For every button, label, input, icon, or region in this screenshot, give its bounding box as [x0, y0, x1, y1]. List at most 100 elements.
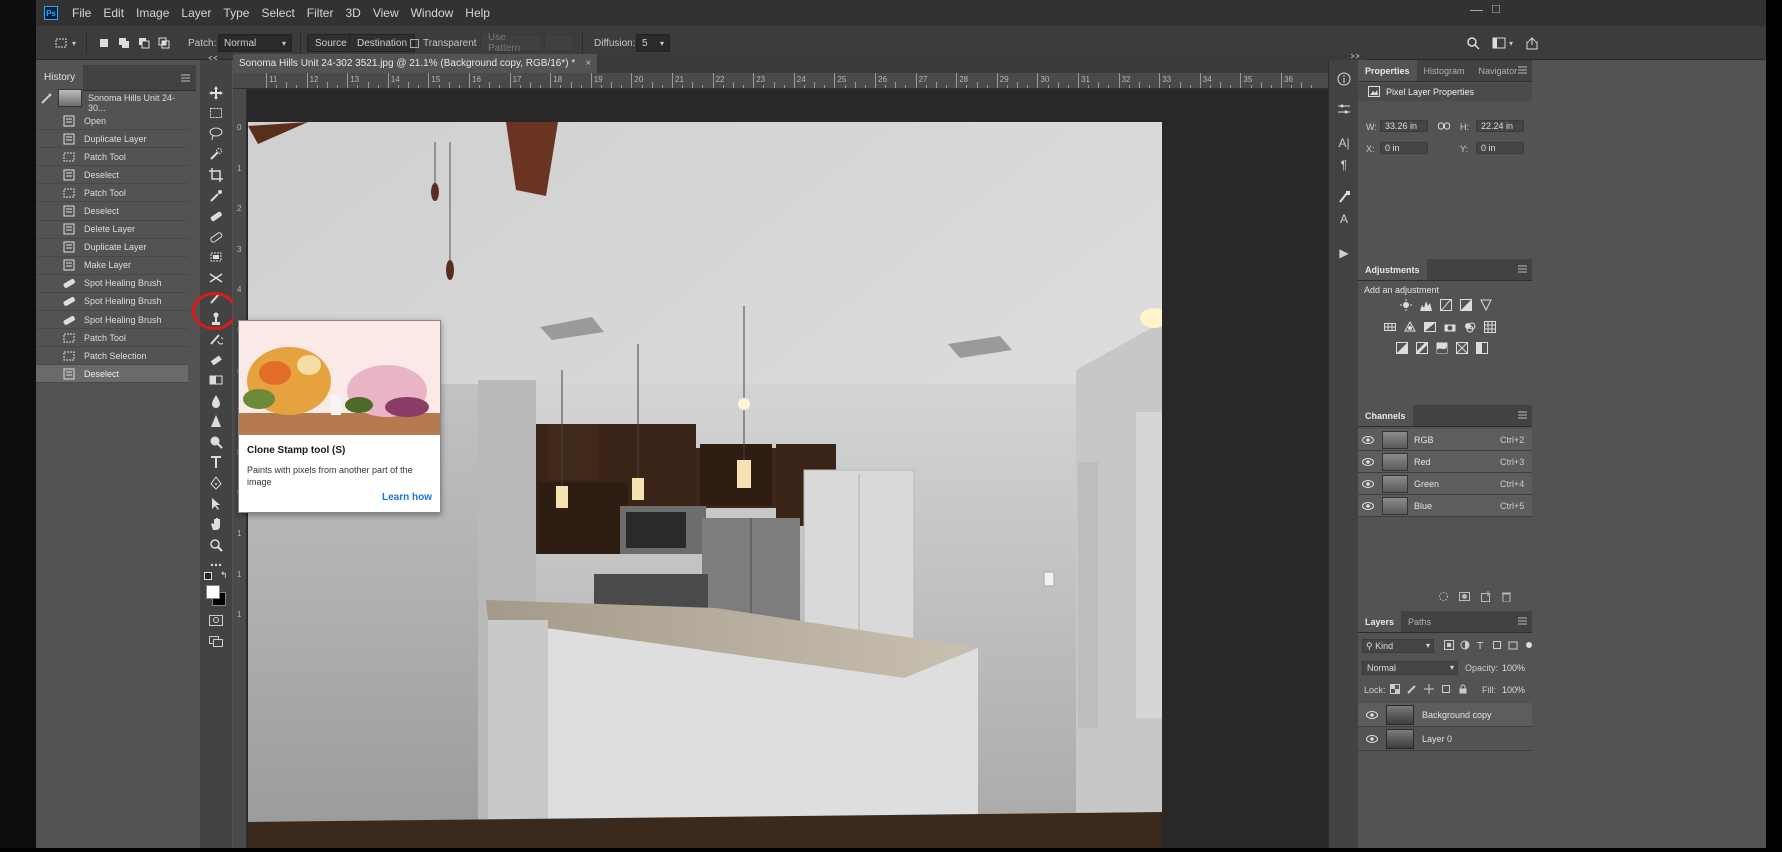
history-state[interactable]: Patch Tool [36, 329, 188, 348]
channel-row[interactable]: Green Ctrl+4 [1358, 473, 1532, 495]
filter-smart-object-icon[interactable] [1508, 640, 1518, 650]
info-icon[interactable] [1335, 70, 1353, 88]
history-state[interactable]: Deselect [36, 365, 188, 384]
tab-navigator[interactable]: Navigator [1472, 60, 1525, 81]
eye-icon[interactable] [1362, 457, 1374, 467]
dodge-tool-icon[interactable] [206, 433, 226, 451]
lock-position-icon[interactable] [1424, 684, 1434, 694]
gradient-map-icon[interactable] [1476, 342, 1488, 354]
filter-pixel-icon[interactable] [1444, 640, 1454, 650]
channel-row[interactable]: Red Ctrl+3 [1358, 451, 1532, 473]
history-brush-checkbox[interactable] [40, 313, 54, 327]
history-state[interactable]: Patch Tool [36, 148, 188, 167]
quick-selection-icon[interactable] [206, 145, 226, 163]
swap-colors-icon[interactable]: ↰ [220, 570, 228, 581]
foreground-color-swatch[interactable] [206, 585, 220, 599]
lock-transparent-icon[interactable] [1390, 684, 1400, 694]
tab-channels[interactable]: Channels [1358, 405, 1413, 426]
source-button[interactable]: Source [307, 34, 355, 52]
load-channel-selection-icon[interactable] [1438, 591, 1449, 602]
channel-mixer-icon[interactable] [1464, 321, 1476, 333]
lock-artboard-icon[interactable] [1441, 684, 1451, 694]
history-brush-source-icon[interactable] [40, 93, 52, 105]
levels-icon[interactable] [1420, 299, 1432, 311]
brush-settings-icon[interactable] [1335, 188, 1353, 206]
menu-select[interactable]: Select [255, 0, 300, 26]
gradient-icon[interactable] [206, 371, 226, 389]
history-brush-checkbox[interactable] [40, 204, 54, 218]
history-state[interactable]: Open [36, 112, 188, 131]
glyphs-icon[interactable]: A [1335, 210, 1353, 228]
destination-button[interactable]: Destination [349, 34, 416, 52]
history-state[interactable]: Spot Healing Brush [36, 274, 188, 293]
eye-icon[interactable] [1366, 734, 1378, 744]
default-colors-icon[interactable] [204, 572, 212, 580]
layer-filter-kind[interactable]: ⚲ Kind ▾ [1362, 639, 1434, 653]
path-selection-icon[interactable] [206, 495, 226, 513]
diffusion-select[interactable]: 5 ▾ [636, 34, 670, 52]
blur-tool-icon[interactable] [206, 392, 226, 410]
crop-tool-icon[interactable] [206, 166, 226, 184]
tab-adjustments[interactable]: Adjustments [1358, 259, 1427, 280]
lasso-tool-icon[interactable] [206, 125, 226, 143]
lock-pixels-icon[interactable] [1407, 684, 1417, 694]
hand-tool-icon[interactable] [206, 515, 226, 533]
spot-healing-icon[interactable] [206, 207, 226, 225]
link-dimensions-icon[interactable] [1438, 122, 1450, 130]
selective-color-icon[interactable] [1456, 342, 1468, 354]
menu-3d[interactable]: 3D [339, 0, 366, 26]
history-brush-icon[interactable] [206, 330, 226, 348]
tab-layers[interactable]: Layers [1358, 611, 1402, 632]
channel-row[interactable]: RGB Ctrl+2 [1358, 429, 1532, 451]
add-selection-icon[interactable] [117, 36, 131, 50]
panel-menu-icon[interactable] [1518, 616, 1528, 626]
history-brush-checkbox[interactable] [40, 222, 54, 236]
menu-help[interactable]: Help [459, 0, 496, 26]
use-pattern-button[interactable]: Use Pattern [480, 32, 542, 54]
history-state[interactable]: Patch Tool [36, 184, 188, 203]
menu-view[interactable]: View [367, 0, 405, 26]
eyedropper-icon[interactable] [206, 187, 226, 205]
filter-adjustment-icon[interactable] [1460, 640, 1470, 650]
history-brush-checkbox[interactable] [40, 150, 54, 164]
history-brush-checkbox[interactable] [40, 186, 54, 200]
history-state[interactable]: Delete Layer [36, 220, 188, 239]
trash-icon[interactable] [1501, 591, 1512, 602]
healing-brush-icon[interactable] [206, 228, 226, 246]
hue-saturation-icon[interactable] [1384, 321, 1396, 333]
history-brush-checkbox[interactable] [40, 168, 54, 182]
collapse-panels-icon[interactable] [1350, 53, 1362, 59]
menu-image[interactable]: Image [130, 0, 175, 26]
lock-all-icon[interactable] [1458, 684, 1468, 694]
new-channel-icon[interactable] [1480, 591, 1491, 602]
history-brush-checkbox[interactable] [40, 294, 54, 308]
content-aware-move-icon[interactable] [206, 269, 226, 287]
learn-how-link[interactable]: Learn how [382, 492, 432, 503]
y-field[interactable]: 0 in [1476, 142, 1524, 154]
vibrance-icon[interactable] [1480, 299, 1492, 311]
eye-icon[interactable] [1362, 501, 1374, 511]
height-field[interactable]: 22.24 in [1476, 120, 1524, 132]
menu-file[interactable]: File [66, 0, 97, 26]
menu-edit[interactable]: Edit [97, 0, 130, 26]
panel-menu-icon[interactable] [1518, 410, 1528, 420]
history-state[interactable]: Make Layer [36, 256, 188, 275]
screen-mode-icon[interactable] [209, 636, 223, 647]
history-snapshot[interactable]: Sonoma Hills Unit 24-30... [36, 87, 188, 113]
width-field[interactable]: 33.26 in [1380, 120, 1428, 132]
tool-preset-picker[interactable]: ▾ [54, 26, 76, 60]
type-tool-icon[interactable] [206, 453, 226, 471]
history-brush-checkbox[interactable] [40, 132, 54, 146]
menu-layer[interactable]: Layer [175, 0, 217, 26]
history-brush-checkbox[interactable] [40, 276, 54, 290]
marquee-tool-icon[interactable] [206, 104, 226, 122]
paragraph-panel-icon[interactable]: ¶ [1335, 156, 1353, 174]
move-tool-icon[interactable] [206, 84, 226, 102]
patch-mode-select[interactable]: Normal ▾ [218, 34, 292, 52]
brightness-contrast-icon[interactable] [1400, 299, 1412, 311]
threshold-icon[interactable] [1436, 342, 1448, 354]
color-balance-icon[interactable] [1404, 321, 1416, 333]
filter-shape-icon[interactable] [1492, 640, 1502, 650]
workspace-icon[interactable]: ▾ [1492, 26, 1513, 60]
tab-paths[interactable]: Paths [1401, 611, 1438, 632]
